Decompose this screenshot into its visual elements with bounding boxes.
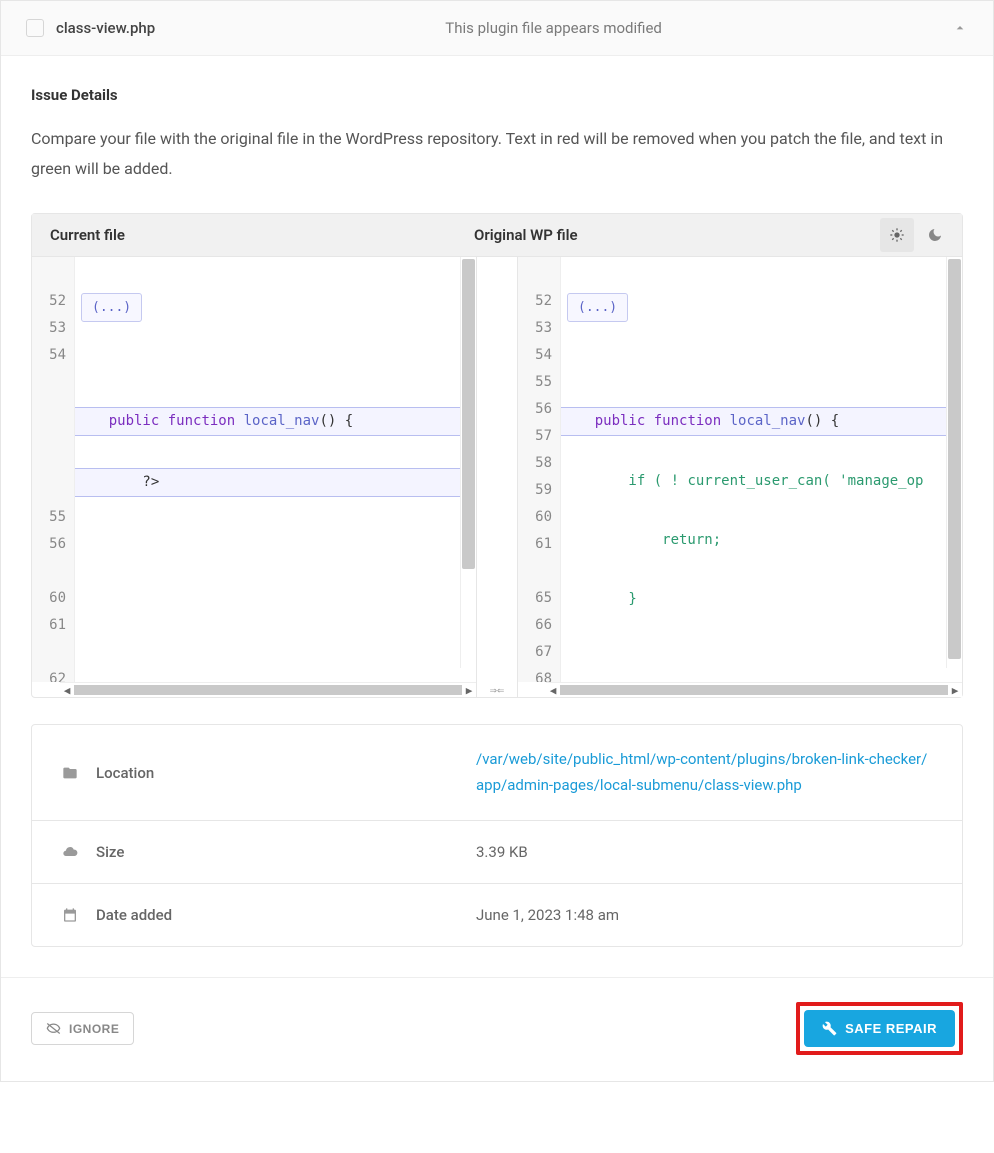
folder-icon bbox=[62, 765, 78, 781]
code-fold[interactable]: (...) bbox=[567, 293, 628, 322]
horizontal-scrollbar[interactable]: ◀▶ bbox=[546, 682, 962, 697]
diff-gutter: ⇒⇐ bbox=[477, 257, 518, 697]
diff-right-code[interactable]: (...) public function local_nav() { if (… bbox=[561, 257, 962, 682]
issue-description: Compare your file with the original file… bbox=[31, 124, 963, 183]
file-header: class-view.php This plugin file appears … bbox=[1, 1, 993, 56]
diff-left-pane: 52 53 54 55 56 60 61 bbox=[32, 257, 477, 697]
horizontal-scrollbar[interactable]: ◀▶ bbox=[60, 682, 476, 697]
sun-icon bbox=[889, 227, 905, 243]
location-label: Location bbox=[96, 764, 476, 782]
light-theme-button[interactable] bbox=[880, 218, 914, 252]
vertical-scrollbar[interactable] bbox=[946, 257, 962, 668]
file-metadata: Location /var/web/site/public_html/wp-co… bbox=[31, 724, 963, 947]
date-label: Date added bbox=[96, 906, 476, 924]
date-value: June 1, 2023 1:48 am bbox=[476, 906, 932, 924]
line-gutter: 52 53 54 55 56 60 61 bbox=[32, 257, 75, 682]
vertical-scrollbar[interactable] bbox=[460, 257, 476, 668]
diff-left-title: Current file bbox=[32, 214, 456, 256]
diff-right-pane: 52 53 54 55 56 57 58 59 60 61 65 bbox=[518, 257, 962, 697]
size-value: 3.39 KB bbox=[476, 843, 932, 861]
location-link[interactable]: /var/web/site/public_html/wp-content/plu… bbox=[476, 750, 927, 794]
collapse-icon[interactable] bbox=[952, 20, 968, 36]
sync-arrows-icon: ⇒⇐ bbox=[490, 683, 504, 697]
repair-highlight: SAFE REPAIR bbox=[796, 1002, 963, 1055]
ignore-button[interactable]: IGNORE bbox=[31, 1012, 134, 1045]
cloud-icon bbox=[62, 844, 78, 860]
safe-repair-button[interactable]: SAFE REPAIR bbox=[804, 1010, 955, 1047]
eye-off-icon bbox=[46, 1021, 61, 1036]
wrench-icon bbox=[822, 1021, 837, 1036]
diff-viewer: Current file Original WP file 52 bbox=[31, 213, 963, 698]
file-status-note: This plugin file appears modified bbox=[155, 19, 952, 37]
issue-title: Issue Details bbox=[31, 86, 963, 104]
diff-left-code[interactable]: (...) public function local_nav() { ?> bbox=[75, 257, 476, 682]
size-label: Size bbox=[96, 843, 476, 861]
moon-icon bbox=[927, 227, 943, 243]
calendar-icon bbox=[62, 907, 78, 923]
code-fold[interactable]: (...) bbox=[81, 293, 142, 322]
dark-theme-button[interactable] bbox=[918, 218, 952, 252]
select-checkbox[interactable] bbox=[26, 19, 44, 37]
diff-right-title: Original WP file bbox=[456, 214, 880, 256]
filename: class-view.php bbox=[56, 19, 155, 37]
line-gutter: 52 53 54 55 56 57 58 59 60 61 65 bbox=[518, 257, 561, 682]
